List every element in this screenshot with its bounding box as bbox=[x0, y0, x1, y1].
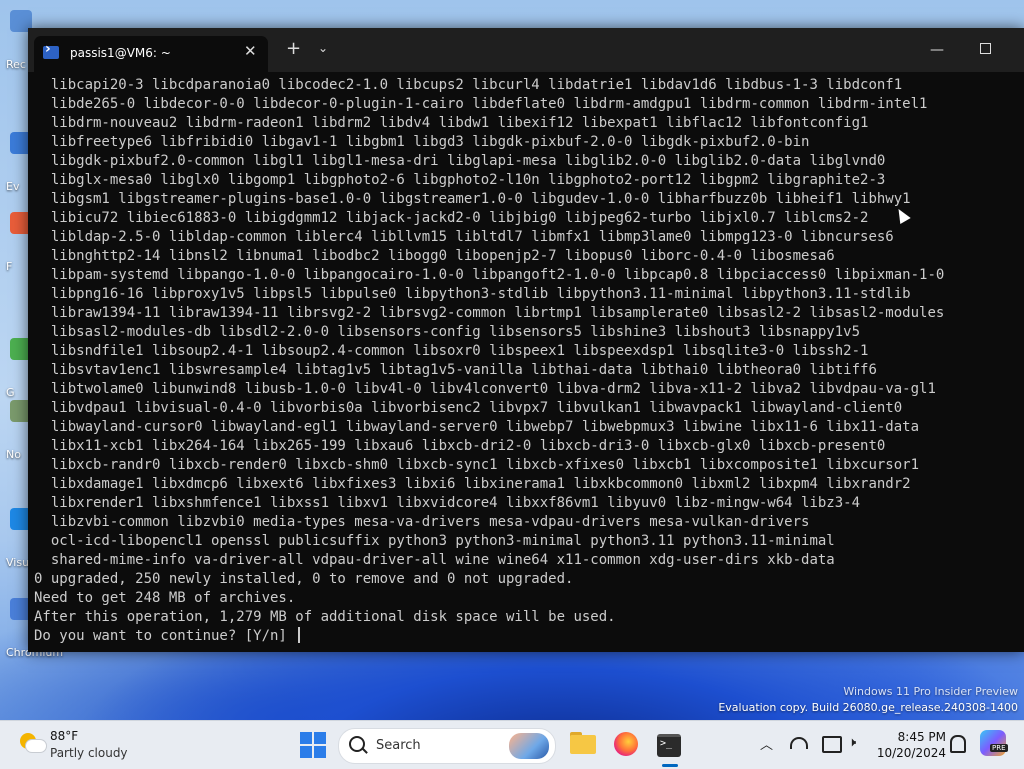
terminal-line: libwayland-cursor0 libwayland-egl1 libwa… bbox=[34, 419, 920, 435]
maximize-button[interactable] bbox=[970, 38, 1000, 62]
sound-muted-icon[interactable]: 🕨 bbox=[848, 735, 856, 750]
prompt-text: Do you want to continue? [Y/n] bbox=[34, 628, 296, 644]
watermark-build: Evaluation copy. Build 26080.ge_release.… bbox=[718, 701, 1018, 714]
terminal-line: libcapi20-3 libcdparanoia0 libcodec2-1.0… bbox=[34, 77, 903, 93]
minimize-button[interactable]: — bbox=[922, 38, 952, 62]
terminal-line: libsndfile1 libsoup2.4-1 libsoup2.4-comm… bbox=[34, 343, 869, 359]
windows-logo-icon bbox=[314, 746, 326, 758]
terminal-line: libnghttp2-14 libnsl2 libnuma1 libodbc2 … bbox=[34, 248, 835, 264]
weather-temp: 88°F bbox=[50, 729, 79, 743]
terminal-line: libpng16-16 libproxy1v5 libpsl5 libpulse… bbox=[34, 286, 911, 302]
terminal-line: libx11-xcb1 libx264-164 libx265-199 libx… bbox=[34, 438, 886, 454]
windows-watermark: Windows 11 Pro Insider Preview Evaluatio… bbox=[718, 684, 1018, 716]
terminal-line: shared-mime-info va-driver-all vdpau-dri… bbox=[34, 552, 835, 568]
terminal-line: libsvtav1enc1 libswresample4 libtag1v5 l… bbox=[34, 362, 877, 378]
terminal-line: libtwolame0 libunwind8 libusb-1.0-0 libv… bbox=[34, 381, 936, 397]
terminal-line: libgsm1 libgstreamer-plugins-base1.0-0 l… bbox=[34, 191, 911, 207]
weather-desc: Partly cloudy bbox=[50, 746, 128, 760]
preview-badge: PRE bbox=[990, 744, 1008, 752]
new-tab-button[interactable]: + bbox=[286, 38, 301, 59]
display-icon[interactable] bbox=[822, 736, 842, 753]
watermark-edition: Windows 11 Pro Insider Preview bbox=[843, 685, 1018, 698]
terminal-line: 0 upgraded, 250 newly installed, 0 to re… bbox=[34, 571, 574, 587]
terminal-line: libfreetype6 libfribidi0 libgav1-1 libgb… bbox=[34, 134, 810, 150]
terminal-line: libxdamage1 libxdmcp6 libxext6 libxfixes… bbox=[34, 476, 911, 492]
terminal-line: libdrm-nouveau2 libdrm-radeon1 libdrm2 l… bbox=[34, 115, 869, 131]
terminal-line: libsasl2-modules-db libsdl2-2.0-0 libsen… bbox=[34, 324, 861, 340]
powershell-icon bbox=[43, 41, 59, 59]
system-clock[interactable]: 8:45 PM 10/20/2024 bbox=[866, 729, 946, 761]
terminal-line: libldap-2.5-0 libldap-common liblerc4 li… bbox=[34, 229, 894, 245]
firefox-icon[interactable] bbox=[611, 729, 641, 759]
terminal-tab[interactable]: passis1@VM6: ~ ✕ bbox=[34, 36, 268, 72]
terminal-line: Need to get 248 MB of archives. bbox=[34, 590, 296, 606]
desktop-icon-label: G bbox=[6, 386, 15, 399]
search-placeholder: Search bbox=[376, 738, 421, 753]
terminal-line: After this operation, 1,279 MB of additi… bbox=[34, 609, 616, 625]
clock-time: 8:45 PM bbox=[897, 730, 946, 744]
search-icon bbox=[349, 736, 365, 752]
terminal-line: libraw1394-11 libraw1394-11 librsvg2-2 l… bbox=[34, 305, 945, 321]
desktop-icon-label: Ev bbox=[6, 180, 20, 193]
start-button[interactable] bbox=[300, 732, 326, 758]
chevron-up-icon[interactable]: ︿ bbox=[760, 734, 773, 753]
desktop-icon-label: Rec bbox=[6, 58, 26, 71]
terminal-line: ocl-icd-libopencl1 openssl publicsuffix … bbox=[34, 533, 835, 549]
terminal-window[interactable]: passis1@VM6: ~ ✕ + ⌄ — libcapi20-3 libcd… bbox=[28, 28, 1024, 652]
terminal-line: libzvbi-common libzvbi0 media-types mesa… bbox=[34, 514, 810, 530]
terminal-line: libicu72 libiec61883-0 libigdgmm12 libja… bbox=[34, 210, 869, 226]
terminal-line: libvdpau1 libvisual-0.4-0 libvorbis0a li… bbox=[34, 400, 903, 416]
terminal-line: libxrender1 libxshmfence1 libxss1 libxv1… bbox=[34, 495, 861, 511]
terminal-line: libpam-systemd libpango-1.0-0 libpangoca… bbox=[34, 267, 945, 283]
terminal-line: libgdk-pixbuf2.0-common libgl1 libgl1-me… bbox=[34, 153, 886, 169]
windows-logo-icon bbox=[300, 732, 312, 744]
terminal-titlebar[interactable]: passis1@VM6: ~ ✕ + ⌄ — bbox=[28, 28, 1024, 72]
notification-bell-icon[interactable] bbox=[950, 735, 966, 753]
taskbar: 88°F Partly cloudy Search ︿ 🕨 8:45 PM 10… bbox=[0, 720, 1024, 769]
terminal-output[interactable]: libcapi20-3 libcdparanoia0 libcodec2-1.0… bbox=[34, 72, 1020, 648]
desktop-icon-label: No bbox=[6, 448, 21, 461]
search-highlight-image bbox=[509, 733, 549, 759]
active-app-indicator bbox=[662, 764, 678, 767]
prompt-line[interactable]: Do you want to continue? [Y/n] bbox=[34, 627, 301, 646]
desktop-icon-label: F bbox=[6, 260, 13, 273]
windows-logo-icon bbox=[314, 732, 326, 744]
text-cursor bbox=[298, 627, 301, 643]
clock-date: 10/20/2024 bbox=[876, 746, 946, 760]
terminal-icon[interactable] bbox=[654, 729, 684, 759]
tab-title: passis1@VM6: ~ bbox=[70, 46, 171, 60]
close-tab-icon[interactable]: ✕ bbox=[244, 42, 257, 60]
taskbar-search[interactable]: Search bbox=[338, 728, 556, 764]
network-disconnected-icon[interactable] bbox=[790, 735, 808, 751]
terminal-line: libde265-0 libdecor-0-0 libdecor-0-plugi… bbox=[34, 96, 928, 112]
chevron-down-icon[interactable]: ⌄ bbox=[318, 41, 328, 55]
terminal-line: libxcb-randr0 libxcb-render0 libxcb-shm0… bbox=[34, 457, 920, 473]
copilot-icon[interactable]: PRE bbox=[980, 730, 1008, 756]
desktop-icon-label: Visu bbox=[6, 556, 30, 569]
partly-cloudy-icon bbox=[20, 731, 46, 757]
terminal-line: libglx-mesa0 libglx0 libgomp1 libgphoto2… bbox=[34, 172, 886, 188]
file-explorer-icon[interactable] bbox=[568, 729, 598, 759]
windows-logo-icon bbox=[300, 746, 312, 758]
